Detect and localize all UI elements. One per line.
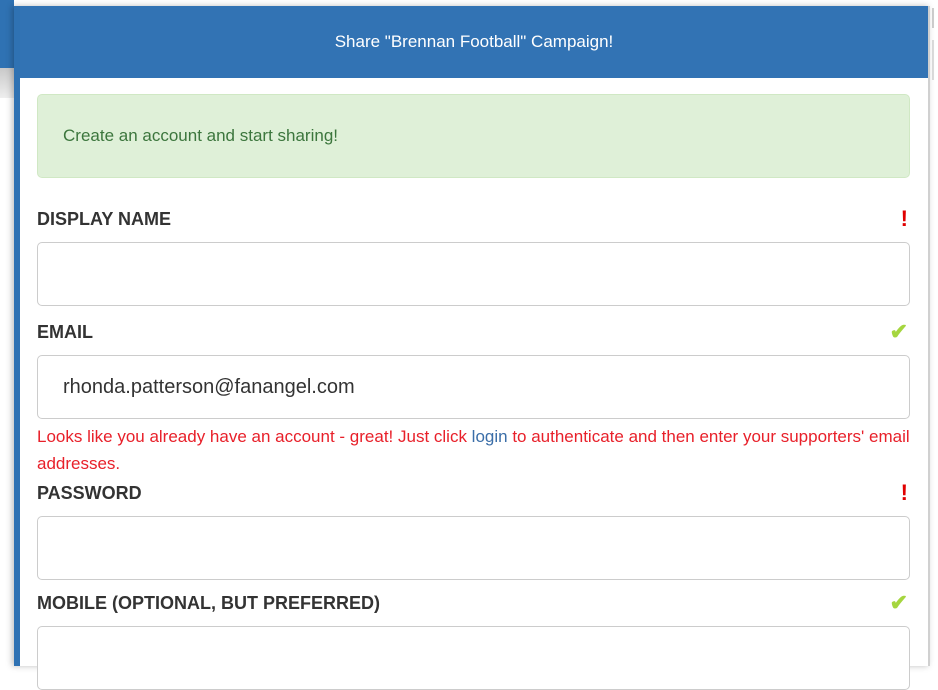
background-edge-line [932,8,934,28]
display-name-label: DISPLAY NAME [37,208,172,229]
password-input[interactable] [37,516,910,580]
alert-message: Create an account and start sharing! [63,126,338,145]
mobile-label: MOBILE (OPTIONAL, BUT PREFERRED) [37,592,380,613]
share-campaign-modal: Share "Brennan Football" Campaign! Creat… [14,6,930,690]
email-input[interactable] [37,355,910,419]
display-name-label-row: DISPLAY NAME ! [37,206,910,232]
mobile-input[interactable] [37,626,910,690]
display-name-input[interactable] [37,242,910,306]
exclamation-icon: ! [900,480,908,505]
background-page-left [0,0,14,653]
email-error-text-before: Looks like you already have an account -… [37,427,472,446]
login-link[interactable]: login [472,427,508,446]
success-alert: Create an account and start sharing! [37,94,910,178]
email-error-message: Looks like you already have an account -… [37,423,910,477]
mobile-label-row: MOBILE (OPTIONAL, BUT PREFERRED) ✔ [37,590,910,616]
checkmark-icon: ✔ [889,319,908,344]
modal-body: Create an account and start sharing! DIS… [20,78,928,690]
modal-title: Share "Brennan Football" Campaign! [334,32,614,51]
password-label-row: PASSWORD ! [37,480,910,506]
exclamation-icon: ! [900,206,908,231]
password-label: PASSWORD [37,482,142,503]
background-shadow-strip [0,68,14,98]
checkmark-icon: ✔ [889,590,908,615]
modal-header: Share "Brennan Football" Campaign! [20,6,928,78]
background-header-strip [0,0,14,68]
email-label-row: EMAIL ✔ [37,319,910,345]
email-label: EMAIL [37,321,93,342]
background-edge-line [932,40,934,80]
